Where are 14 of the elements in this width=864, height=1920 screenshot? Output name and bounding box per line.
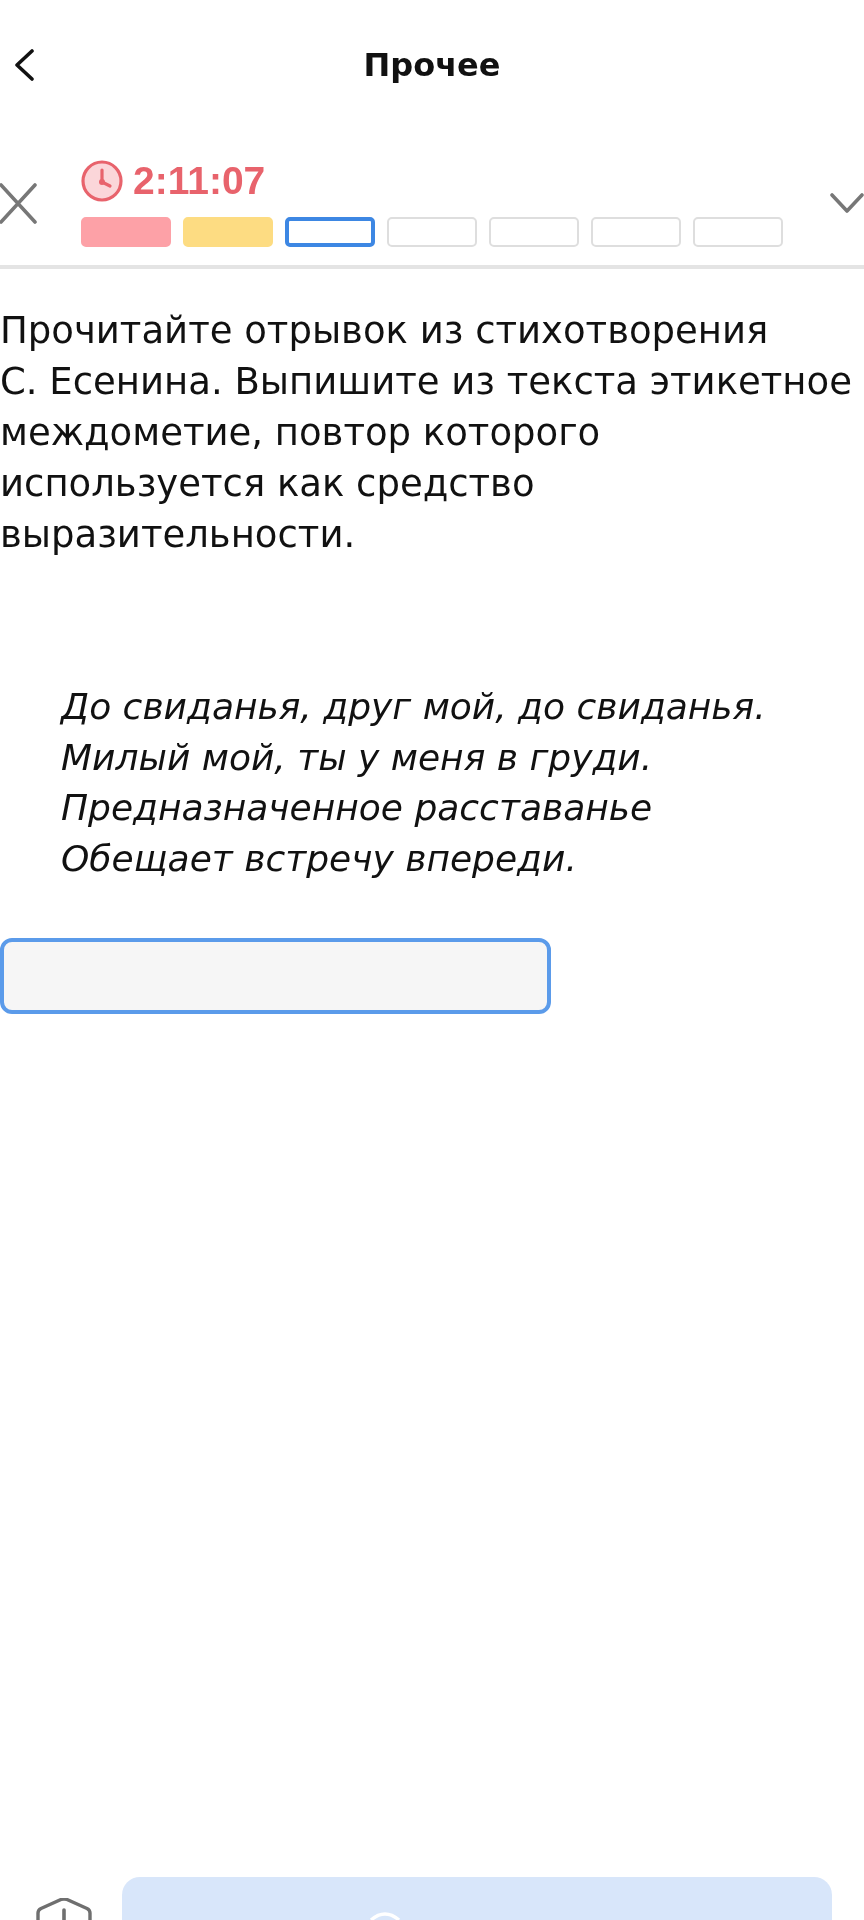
poem-line: Предназначенное расставанье — [61, 786, 654, 830]
screen-title: Прочее — [363, 46, 501, 84]
close-icon[interactable] — [0, 181, 37, 225]
hexagon-icon[interactable] — [35, 1898, 93, 1920]
timer-text: 2:11:07 — [133, 159, 266, 202]
answer-field[interactable] — [0, 938, 551, 1014]
poem-line: До свиданья, друг мой, до свиданья. — [61, 685, 767, 729]
poem-line: Милый мой, ты у меня в груди. — [61, 735, 654, 780]
back-icon[interactable] — [12, 49, 36, 81]
poem-line: Обещает встречу впереди. — [61, 836, 578, 881]
bottom-button[interactable] — [122, 1877, 832, 1920]
question-tab[interactable] — [285, 217, 375, 247]
clock-icon — [81, 159, 123, 202]
question-prompt: Прочитайте отрывок из стихотворения С. Есенина. Выпишите из текста этикетное междометие, повтор которого используется как средство выразительности. — [0, 308, 853, 558]
